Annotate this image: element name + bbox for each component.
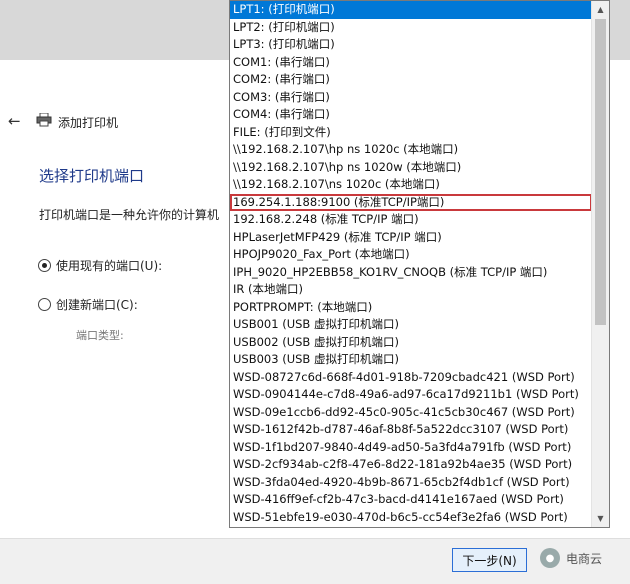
port-option[interactable]: FILE: (打印到文件): [230, 124, 592, 142]
use-existing-port-label: 使用现有的端口(U):: [56, 259, 163, 273]
port-option[interactable]: IR (本地端口): [230, 281, 592, 299]
port-option[interactable]: \\192.168.2.107\hp ns 1020c (本地端口): [230, 141, 592, 159]
port-option[interactable]: WSD-1612f42b-d787-46af-8b8f-5a522dcc3107…: [230, 421, 592, 439]
port-option[interactable]: 169.254.1.188:9100 (标准TCP/IP端口): [230, 193, 592, 211]
port-option[interactable]: COM1: (串行端口): [230, 54, 592, 72]
port-type-label: 端口类型:: [76, 329, 124, 342]
dropdown-scrollbar[interactable]: ▲ ▼: [591, 1, 609, 527]
watermark-text: 电商云: [566, 551, 603, 566]
port-option[interactable]: WSD-416ff9ef-cf2b-47c3-bacd-d4141e167aed…: [230, 491, 592, 509]
create-new-port-radio[interactable]: 创建新端口(C):: [38, 296, 138, 313]
wechat-logo-icon: ●: [540, 548, 560, 568]
radio-unchecked-indicator[interactable]: [38, 298, 51, 311]
port-option[interactable]: IPH_9020_HP2EBB58_KO1RV_CNOQB (标准 TCP/IP…: [230, 264, 592, 282]
scroll-thumb[interactable]: [595, 19, 606, 325]
port-option[interactable]: WSD-51ebfe19-e030-470d-b6c5-cc54ef3e2fa6…: [230, 509, 592, 527]
port-option[interactable]: USB002 (USB 虚拟打印机端口): [230, 334, 592, 352]
back-arrow-icon[interactable]: ←: [8, 112, 21, 130]
wizard-footer: [0, 538, 630, 584]
port-option[interactable]: USB003 (USB 虚拟打印机端口): [230, 351, 592, 369]
port-option[interactable]: HPLaserJetMFP429 (标准 TCP/IP 端口): [230, 229, 592, 247]
port-option[interactable]: WSD-1f1bd207-9840-4d49-ad50-5a3fd4a791fb…: [230, 439, 592, 457]
printer-icon: [36, 113, 52, 127]
port-option[interactable]: COM4: (串行端口): [230, 106, 592, 124]
scroll-up-arrow-icon[interactable]: ▲: [592, 1, 609, 18]
port-option[interactable]: \\192.168.2.107\ns 1020c (本地端口): [230, 176, 592, 194]
port-option[interactable]: WSD-08727c6d-668f-4d01-918b-7209cbadc421…: [230, 369, 592, 387]
port-option[interactable]: LPT1: (打印机端口): [230, 1, 592, 19]
port-option[interactable]: \\192.168.2.107\hp ns 1020w (本地端口): [230, 159, 592, 177]
window-title: 添加打印机: [58, 116, 119, 130]
port-option[interactable]: WSD-09e1ccb6-dd92-45c0-905c-41c5cb30c467…: [230, 404, 592, 422]
port-option[interactable]: WSD-0904144e-c7d8-49a6-ad97-6ca17d9211b1…: [230, 386, 592, 404]
port-option[interactable]: COM3: (串行端口): [230, 89, 592, 107]
port-dropdown-list[interactable]: LPT1: (打印机端口) LPT2: (打印机端口) LPT3: (打印机端口) C…: [229, 0, 610, 528]
radio-checked-indicator[interactable]: [38, 259, 51, 272]
description-text: 打印机端口是一种允许你的计算机: [39, 208, 220, 222]
port-dropdown-items: LPT1: (打印机端口) LPT2: (打印机端口) LPT3: (打印机端口) C…: [230, 1, 592, 526]
create-new-port-label: 创建新端口(C):: [56, 298, 138, 312]
port-option[interactable]: WSD-3fda04ed-4920-4b9b-8671-65cb2f4db1cf…: [230, 474, 592, 492]
port-option[interactable]: USB001 (USB 虚拟打印机端口): [230, 316, 592, 334]
page-heading: 选择打印机端口: [39, 167, 145, 185]
port-option[interactable]: HPOJP9020_Fax_Port (本地端口): [230, 246, 592, 264]
port-option[interactable]: 192.168.2.248 (标准 TCP/IP 端口): [230, 211, 592, 229]
watermark: ● 电商云: [540, 548, 602, 568]
port-option[interactable]: LPT2: (打印机端口): [230, 19, 592, 37]
port-option[interactable]: WSD-2cf934ab-c2f8-47e6-8d22-181a92b4ae35…: [230, 456, 592, 474]
scroll-down-arrow-icon[interactable]: ▼: [592, 510, 609, 527]
next-button[interactable]: 下一步(N): [452, 548, 527, 572]
port-option[interactable]: LPT3: (打印机端口): [230, 36, 592, 54]
use-existing-port-radio[interactable]: 使用现有的端口(U):: [38, 257, 162, 274]
port-option[interactable]: PORTPROMPT: (本地端口): [230, 299, 592, 317]
port-option[interactable]: COM2: (串行端口): [230, 71, 592, 89]
